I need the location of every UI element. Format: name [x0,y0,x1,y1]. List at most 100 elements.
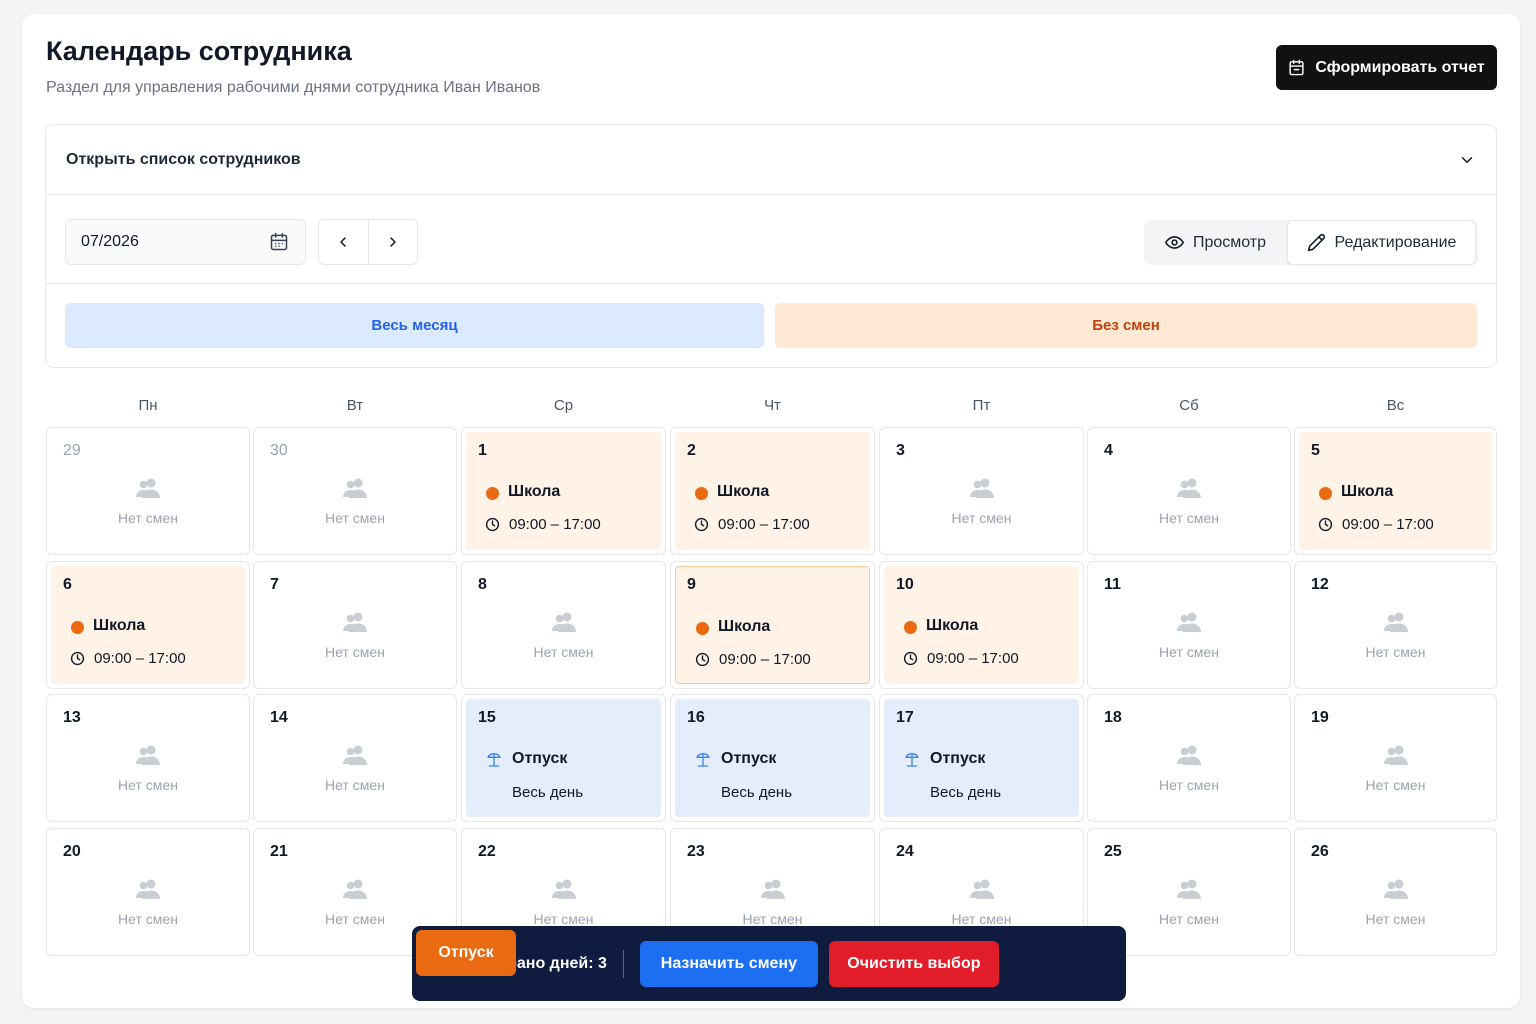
vacation-duration: Весь день [512,784,584,801]
shift-color-dot [695,487,708,500]
controls-panel: Открыть список сотрудников 07/2026 Просм… [45,124,1497,368]
chevron-down-icon [1461,156,1473,163]
calendar-icon[interactable] [269,232,289,252]
calendar-day-cell[interactable]: Нет смен 3 [879,427,1084,555]
chevron-right-icon [390,237,396,247]
calendar-day-cell[interactable]: Нет смен 7 [253,561,457,689]
weekday-label: Вс [1386,397,1405,414]
users-icon [1383,611,1409,633]
shift-name: Школа [93,617,146,634]
vacation-duration: Весь день [721,784,793,801]
weekday-label: Сб [1179,397,1199,414]
shift-card[interactable]: Школа 09:00 – 17:00 [675,566,870,684]
employee-list-label: Открыть список сотрудников [66,150,301,168]
calendar-day-cell[interactable]: Школа 09:00 – 17:00 1 [461,427,666,555]
calendar-day-cell[interactable]: Нет смен 14 [253,694,457,822]
calendar-day-cell[interactable]: Нет смен 30 [253,427,457,555]
shift-time: 09:00 – 17:00 [94,650,186,667]
day-number: 6 [63,576,72,593]
shift-color-dot [696,622,709,635]
shift-name: Школа [508,483,561,500]
clock-icon [485,517,500,532]
no-shifts-label: Нет смен [1159,510,1219,526]
assign-shift-button[interactable]: Назначить смену [639,940,818,987]
edit-mode-button[interactable]: Редактирование [1287,220,1476,265]
calendar-day-cell[interactable]: Школа 09:00 – 17:00 6 [46,561,250,689]
calendar-day-cell[interactable]: Отпуск Весь день 15 [461,694,666,822]
no-shifts-label: Нет смен [742,911,803,927]
clock-icon [695,652,710,667]
calendar-day-cell[interactable]: Отпуск Весь день 17 [879,694,1084,822]
calendar-day-cell[interactable]: Нет смен 12 [1294,561,1497,689]
shift-color-dot [904,621,917,634]
no-shifts-label: Нет смен [533,644,594,660]
no-shifts-label: Нет смен [1365,777,1426,793]
chevron-left-icon [340,237,346,247]
generate-report-label: Сформировать отчет [1315,58,1485,76]
no-shifts-label: Нет смен [325,777,385,793]
next-month-button[interactable] [367,220,418,264]
calendar-day-cell[interactable]: Школа 09:00 – 17:00 2 [670,427,875,555]
view-mode-button[interactable]: Просмотр [1144,220,1287,265]
pencil-icon [1307,234,1325,252]
day-number: 14 [270,709,288,726]
calendar-icon [1289,59,1304,76]
day-number: 8 [478,576,487,593]
vacation-button[interactable]: Отпуск [416,930,516,976]
calendar-day-cell[interactable]: Нет смен 29 [46,427,250,555]
calendar-day-cell[interactable]: Школа 09:00 – 17:00 10 [879,561,1084,689]
day-number: 12 [1311,576,1329,593]
calendar-day-cell[interactable]: Нет смен 18 [1087,694,1291,822]
calendar-day-cell[interactable]: Отпуск Весь день 16 [670,694,875,822]
no-shifts-label: Нет смен [1159,777,1219,793]
no-shifts-label: Нет смен [1159,911,1219,927]
day-number: 24 [896,843,914,860]
weekday-label: Ср [553,397,574,414]
calendar-day-cell[interactable]: Нет смен 8 [461,561,666,689]
users-icon [969,477,995,499]
umbrella-beach-icon [904,752,920,768]
day-number: 13 [63,709,81,726]
day-number: 9 [687,576,696,593]
month-input[interactable]: 07/2026 [65,219,306,265]
shift-time: 09:00 – 17:00 [719,651,811,668]
no-shifts-label: Нет смен [118,510,178,526]
calendar-day-cell[interactable]: Нет смен 20 [46,828,250,956]
selection-action-bar: Выбрано дней: 3 Назначить смену Отпуск О… [412,926,1126,1001]
users-icon [551,878,577,900]
calendar-day-cell[interactable]: Нет смен 4 [1087,427,1291,555]
shift-card[interactable]: Школа 09:00 – 17:00 [466,432,661,550]
clock-icon [903,651,918,666]
filter-whole-month-button[interactable]: Весь месяц [65,303,764,348]
calendar-day-cell[interactable]: Школа 09:00 – 17:00 9 [670,561,875,689]
vacation-duration: Весь день [930,784,1002,801]
shift-card[interactable]: Школа 09:00 – 17:00 [675,432,870,550]
umbrella-beach-icon [695,752,711,768]
generate-report-button[interactable]: Сформировать отчет [1276,45,1497,90]
calendar-day-cell[interactable]: Нет смен 26 [1294,828,1497,956]
eye-icon [1164,236,1184,249]
shift-time: 09:00 – 17:00 [1342,516,1434,533]
mode-switch: Просмотр Редактирование [1144,220,1478,265]
shift-name: Школа [718,618,771,635]
calendar-day-cell[interactable]: Нет смен 19 [1294,694,1497,822]
shift-card[interactable]: Школа 09:00 – 17:00 [51,566,245,684]
prev-month-button[interactable] [319,220,368,264]
clear-selection-button[interactable]: Очистить выбор [828,940,999,987]
day-number: 30 [270,442,288,459]
panel-divider [46,283,1496,284]
shift-card[interactable]: Школа 09:00 – 17:00 [1299,432,1492,550]
no-shifts-label: Нет смен [325,510,385,526]
filter-no-shifts-button[interactable]: Без смен [775,303,1477,348]
calendar-day-cell[interactable]: Нет смен 11 [1087,561,1291,689]
no-shifts-label: Нет смен [951,911,1012,927]
day-number: 29 [63,442,81,459]
employee-list-toggle[interactable]: Открыть список сотрудников [46,125,1496,195]
view-mode-label: Просмотр [1192,233,1267,251]
edit-mode-label: Редактирование [1334,233,1457,251]
calendar-day-cell[interactable]: Нет смен 13 [46,694,250,822]
day-number: 21 [270,843,288,860]
clock-icon [694,517,709,532]
calendar-day-cell[interactable]: Школа 09:00 – 17:00 5 [1294,427,1497,555]
month-value: 07/2026 [81,233,139,250]
